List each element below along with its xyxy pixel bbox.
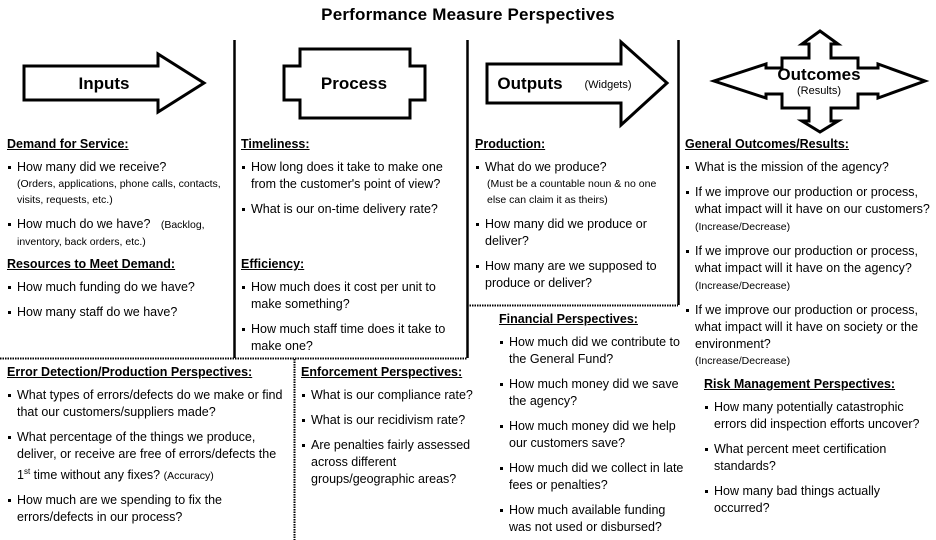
list-item: How many are we supposed to produce or d… — [475, 258, 675, 292]
list-item: What is the mission of the agency? — [685, 159, 935, 176]
section-heading: Production: — [475, 137, 546, 151]
list-item: How much funding do we have? — [7, 279, 232, 296]
section-heading: Resources to Meet Demand: — [7, 257, 176, 271]
process-label: Process — [320, 74, 388, 93]
list-item: Are penalties fairly assessed across dif… — [301, 437, 486, 488]
outcomes-label: Outcomes — [777, 65, 861, 84]
section-financial: Financial Perspectives: How much did we … — [499, 311, 689, 540]
list-item: How much money did we save the agency? — [499, 376, 689, 410]
section-risk-management: Risk Management Perspectives: How many p… — [704, 376, 934, 525]
list-item: How much did we collect in late fees or … — [499, 460, 689, 494]
section-enforcement: Enforcement Perspectives: What is our co… — [301, 364, 486, 496]
page-title: Performance Measure Perspectives — [321, 5, 615, 24]
list-item: What is our on-time delivery rate? — [241, 201, 465, 218]
list-item: How long does it take to make one from t… — [241, 159, 465, 193]
section-heading: Enforcement Perspectives: — [301, 365, 463, 379]
list-item: How much staff time does it take to make… — [241, 321, 465, 355]
list-item: How many did we produce or deliver? — [475, 216, 675, 250]
list-item: How many bad things actually occurred? — [704, 483, 934, 517]
section-efficiency: Efficiency: How much does it cost per un… — [241, 256, 465, 363]
list-item: What percentage of the things we produce… — [7, 429, 292, 484]
section-heading: Risk Management Perspectives: — [704, 377, 896, 391]
outputs-label: Outputs — [497, 74, 563, 93]
inputs-label: Inputs — [78, 74, 130, 93]
section-error-detection: Error Detection/Production Perspectives:… — [7, 364, 292, 534]
section-heading: Timeliness: — [241, 137, 310, 151]
section-demand-for-service: Demand for Service: How many did we rece… — [7, 136, 232, 258]
list-item: How much money did we help our customers… — [499, 418, 689, 452]
section-general-outcomes: General Outcomes/Results: What is the mi… — [685, 136, 935, 377]
section-resources-to-meet-demand: Resources to Meet Demand: How much fundi… — [7, 256, 232, 329]
list-item: How many potentially catastrophic errors… — [704, 399, 934, 433]
list-item: How much does it cost per unit to make s… — [241, 279, 465, 313]
section-timeliness: Timeliness: How long does it take to mak… — [241, 136, 465, 226]
list-item: If we improve our production or process,… — [685, 243, 935, 294]
list-item: How much are we spending to fix the erro… — [7, 492, 292, 526]
list-item: If we improve our production or process,… — [685, 184, 935, 235]
list-item: How much available funding was not used … — [499, 502, 689, 536]
section-heading: Financial Perspectives: — [499, 312, 638, 326]
section-production: Production: What do we produce? (Must be… — [475, 136, 675, 300]
list-item: What is our compliance rate? — [301, 387, 486, 404]
list-item: How much did we contribute to the Genera… — [499, 334, 689, 368]
list-item: What is our recidivism rate? — [301, 412, 486, 429]
list-item: How much do we have? (Backlog, inventory… — [7, 216, 232, 250]
list-item: What types of errors/defects do we make … — [7, 387, 292, 421]
list-item: If we improve our production or process,… — [685, 302, 935, 369]
list-item: What do we produce? (Must be a countable… — [475, 159, 675, 208]
section-heading: General Outcomes/Results: — [685, 137, 849, 151]
section-heading: Demand for Service: — [7, 137, 129, 151]
list-item: What percent meet certification standard… — [704, 441, 934, 475]
list-item: How many did we receive? (Orders, applic… — [7, 159, 232, 208]
section-heading: Efficiency: — [241, 257, 305, 271]
outputs-sublabel: (Widgets) — [584, 79, 632, 91]
list-item: How many staff do we have? — [7, 304, 232, 321]
outcomes-sublabel: (Results) — [796, 85, 841, 97]
section-heading: Error Detection/Production Perspectives: — [7, 365, 253, 379]
